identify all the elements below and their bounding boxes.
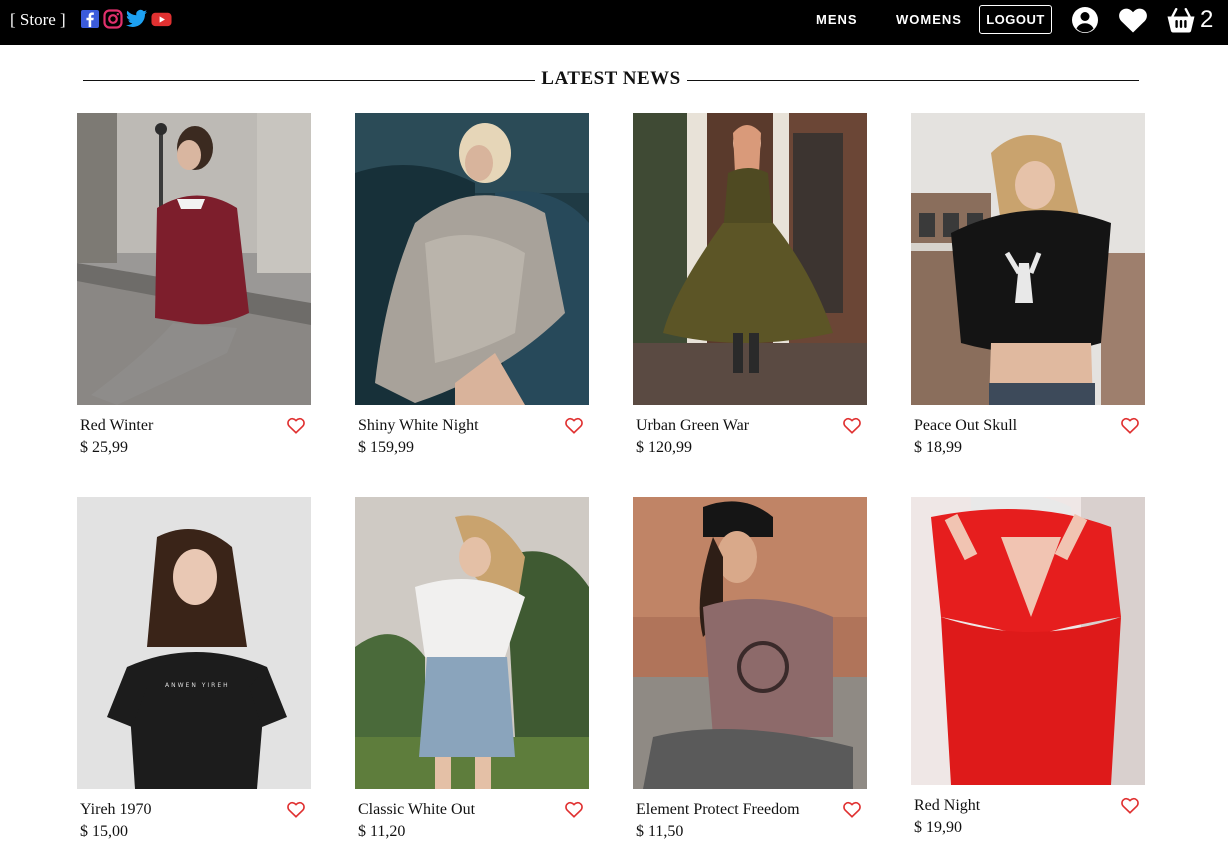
divider-line-right — [687, 80, 1139, 81]
product-info: Red Winter $ 25,99 — [77, 405, 311, 461]
product-card[interactable]: Classic White Out $ 11,20 — [355, 497, 589, 845]
twitter-icon[interactable] — [126, 9, 148, 29]
product-info: Peace Out Skull $ 18,99 — [911, 405, 1145, 461]
product-card[interactable]: Element Protect Freedom $ 11,50 — [633, 497, 867, 845]
product-name[interactable]: Yireh 1970 — [80, 801, 152, 819]
product-image[interactable] — [355, 497, 589, 789]
product-info: Urban Green War $ 120,99 — [633, 405, 867, 461]
product-card[interactable]: Peace Out Skull $ 18,99 — [911, 113, 1145, 461]
product-info: Element Protect Freedom $ 11,50 — [633, 789, 867, 845]
product-card[interactable]: Shiny White Night $ 159,99 — [355, 113, 589, 461]
facebook-icon[interactable] — [80, 9, 100, 29]
product-name[interactable]: Classic White Out — [358, 801, 475, 819]
product-card[interactable]: ANWEN YIREH Yireh 1970 $ 15,00 — [77, 497, 311, 845]
product-info: Shiny White Night $ 159,99 — [355, 405, 589, 461]
store-logo[interactable]: [ Store ] — [10, 10, 66, 30]
product-name[interactable]: Red Winter — [80, 417, 153, 435]
product-card[interactable]: Red Night $ 19,90 — [911, 497, 1145, 841]
product-price: $ 11,50 — [636, 823, 684, 840]
nav-womens[interactable]: WOMENS — [896, 12, 962, 27]
product-name[interactable]: Urban Green War — [636, 417, 749, 435]
product-image[interactable] — [911, 113, 1145, 405]
product-image[interactable] — [633, 497, 867, 789]
favorite-heart-icon[interactable] — [843, 801, 861, 819]
shopping-basket-icon[interactable] — [1166, 6, 1196, 34]
logout-button[interactable]: LOGOUT — [979, 5, 1052, 34]
product-info: Classic White Out $ 11,20 — [355, 789, 589, 845]
instagram-icon[interactable] — [103, 9, 123, 29]
product-info: Red Night $ 19,90 — [911, 785, 1145, 841]
product-price: $ 159,99 — [358, 439, 414, 456]
favorite-heart-icon[interactable] — [843, 417, 861, 435]
product-price: $ 18,99 — [914, 439, 962, 456]
product-name[interactable]: Shiny White Night — [358, 417, 479, 435]
product-image[interactable] — [355, 113, 589, 405]
cart-count-badge[interactable]: 2 — [1200, 6, 1213, 34]
product-name[interactable]: Peace Out Skull — [914, 417, 1017, 435]
top-navbar: [ Store ] MENS WOMENS LOGOUT 2 — [0, 0, 1228, 45]
favorite-heart-icon[interactable] — [565, 417, 583, 435]
product-card[interactable]: Urban Green War $ 120,99 — [633, 113, 867, 461]
product-price: $ 25,99 — [80, 439, 128, 456]
product-name[interactable]: Element Protect Freedom — [636, 801, 800, 819]
section-title: LATEST NEWS — [541, 68, 681, 89]
product-image[interactable] — [633, 113, 867, 405]
favorite-heart-icon[interactable] — [1121, 417, 1139, 435]
product-info: Yireh 1970 $ 15,00 — [77, 789, 311, 845]
favorite-heart-icon[interactable] — [1121, 797, 1139, 815]
product-price: $ 11,20 — [358, 823, 406, 840]
wishlist-heart-icon[interactable] — [1118, 6, 1148, 34]
product-price: $ 15,00 — [80, 823, 128, 840]
favorite-heart-icon[interactable] — [287, 801, 305, 819]
product-card[interactable]: Red Winter $ 25,99 — [77, 113, 311, 461]
product-image[interactable]: ANWEN YIREH — [77, 497, 311, 789]
favorite-heart-icon[interactable] — [565, 801, 583, 819]
section-header: LATEST NEWS — [83, 66, 1139, 94]
favorite-heart-icon[interactable] — [287, 417, 305, 435]
svg-text:ANWEN YIREH: ANWEN YIREH — [165, 682, 230, 689]
nav-mens[interactable]: MENS — [816, 12, 858, 27]
product-price: $ 19,90 — [914, 819, 962, 836]
product-image[interactable] — [77, 113, 311, 405]
product-name[interactable]: Red Night — [914, 797, 980, 815]
product-price: $ 120,99 — [636, 439, 692, 456]
account-icon[interactable] — [1071, 6, 1099, 34]
product-image[interactable] — [911, 497, 1145, 785]
youtube-icon[interactable] — [151, 9, 172, 29]
